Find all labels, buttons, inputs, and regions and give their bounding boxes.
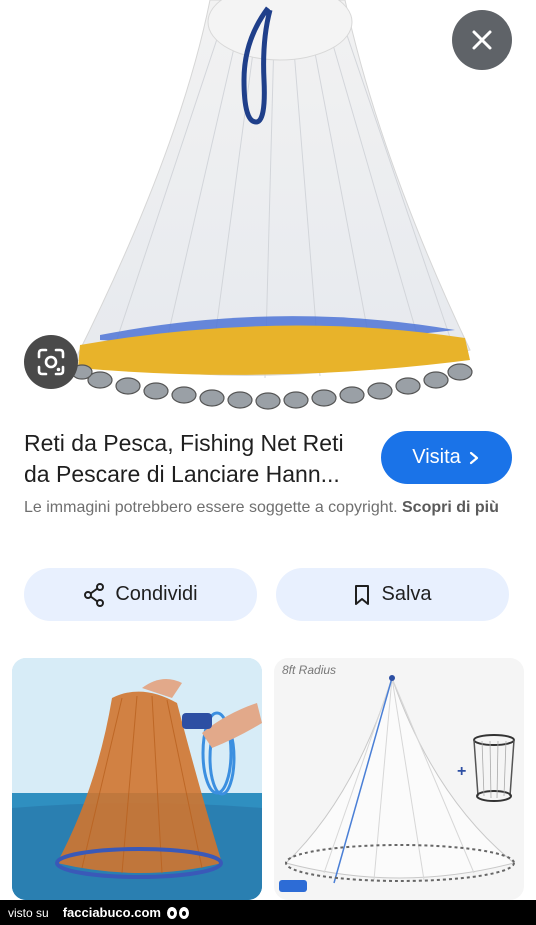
copyright-notice: Le immagini potrebbero essere soggette a… xyxy=(24,496,514,520)
close-icon xyxy=(472,30,492,50)
related-image-right[interactable]: + 8ft Radius xyxy=(274,658,524,900)
related-image-left-illustration xyxy=(12,658,262,900)
close-button[interactable] xyxy=(452,10,512,70)
result-title[interactable]: Reti da Pesca, Fishing Net Reti da Pesca… xyxy=(24,428,374,490)
eye-left xyxy=(166,906,177,919)
lens-icon xyxy=(37,348,65,376)
footer-prefix: visto su xyxy=(8,905,49,920)
related-image-right-caption: 8ft Radius xyxy=(282,663,337,677)
eye-right xyxy=(178,906,189,919)
watermark-footer: visto su facciabuco.com xyxy=(0,900,536,925)
lens-search-button[interactable] xyxy=(24,335,78,389)
copyright-text: Le immagini potrebbero essere soggette a… xyxy=(24,499,398,516)
learn-more-link[interactable]: Scopri di più xyxy=(402,499,499,516)
related-image-left[interactable] xyxy=(12,658,262,900)
main-product-image[interactable] xyxy=(0,0,536,420)
save-button[interactable]: Salva xyxy=(276,568,509,621)
visit-button[interactable]: Visita xyxy=(381,431,512,484)
facciabuco-eyes-icon xyxy=(166,906,189,919)
svg-text:+: + xyxy=(457,763,466,780)
save-button-label: Salva xyxy=(381,583,432,605)
share-button-label: Condividi xyxy=(115,583,198,605)
bookmark-icon xyxy=(355,584,370,605)
footer-brand: facciabuco.com xyxy=(62,905,161,920)
related-image-right-illustration: + xyxy=(279,675,516,892)
fishing-net-illustration xyxy=(71,0,473,410)
share-icon xyxy=(84,582,105,607)
share-button[interactable]: Condividi xyxy=(24,568,257,621)
visit-button-label: Visita xyxy=(412,446,461,468)
chevron-right-icon xyxy=(469,451,478,464)
